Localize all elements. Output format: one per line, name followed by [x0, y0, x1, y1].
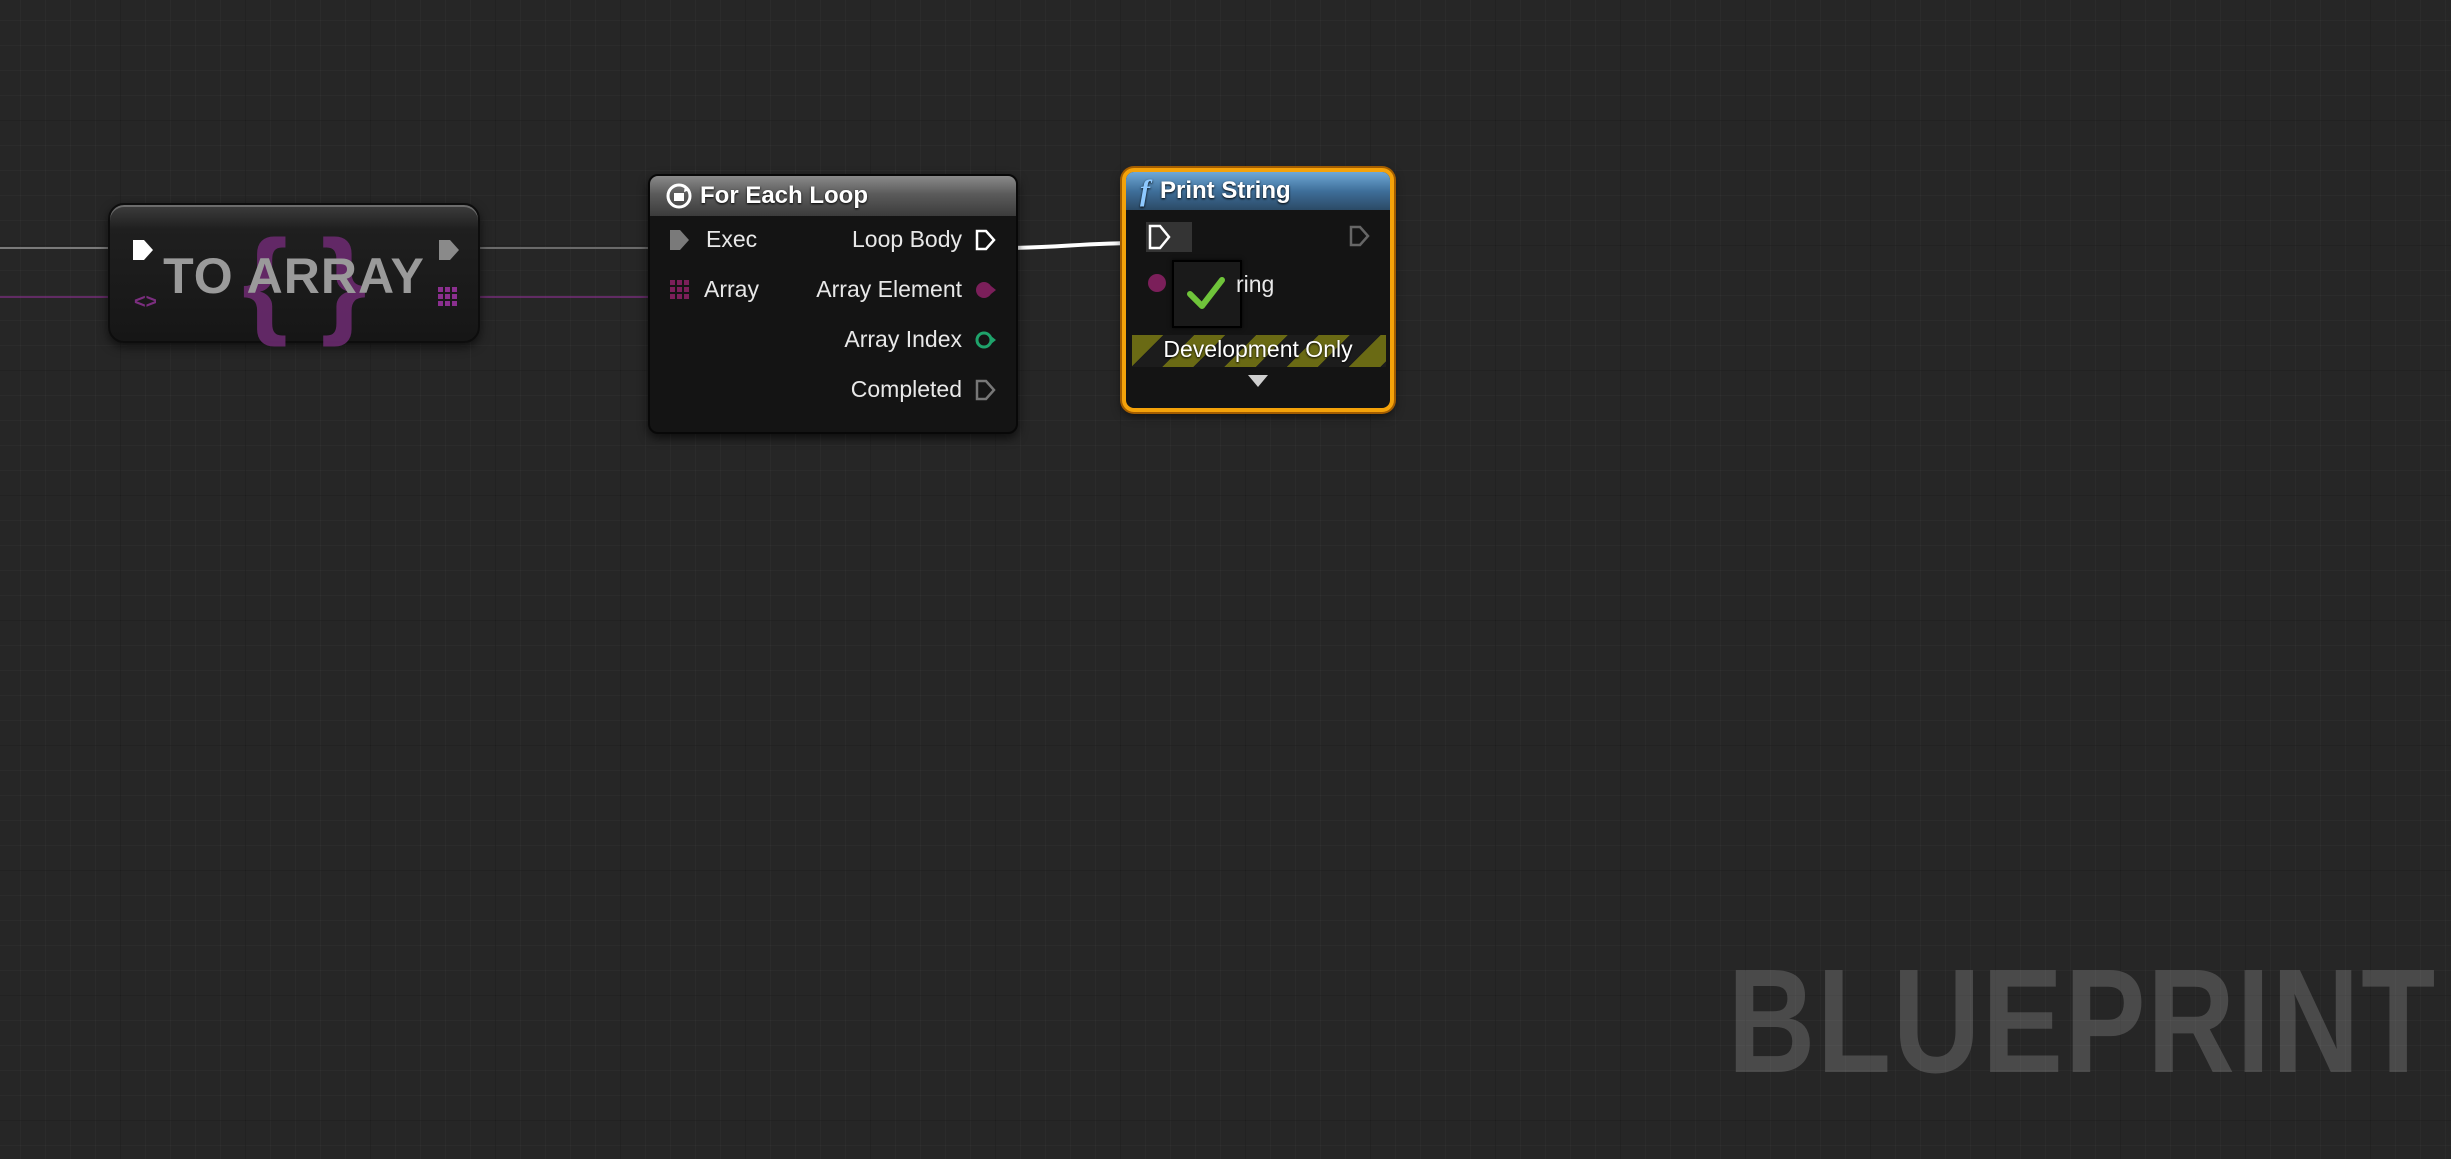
print-string-title: Print String	[1160, 177, 1291, 204]
exec-out-pin-icon[interactable]	[974, 228, 998, 252]
wildcard-out-pin-icon[interactable]	[974, 278, 998, 302]
blueprint-watermark: BLUEPRINT	[1727, 939, 2437, 1104]
expand-arrow-icon[interactable]	[1246, 373, 1270, 389]
print-string-node[interactable]: f Print String ring Development Only	[1122, 168, 1394, 412]
check-icon	[1187, 277, 1225, 309]
pin-loop-body-out[interactable]: Loop Body	[852, 226, 998, 253]
pin-exec-in[interactable]: Exec	[668, 226, 757, 253]
exec-wire-loopbody-to-print	[999, 241, 1143, 250]
pin-label-loop-body: Loop Body	[852, 226, 962, 252]
pin-label-array-index: Array Index	[844, 326, 962, 352]
integer-out-pin-icon[interactable]	[974, 328, 998, 352]
exec-in-pin-icon[interactable]	[668, 228, 692, 252]
string-value-checkbox[interactable]	[1172, 260, 1242, 328]
development-only-label: Development Only	[1163, 336, 1353, 362]
exec-out-pin-icon[interactable]	[1348, 224, 1372, 248]
pin-label-array-element: Array Element	[816, 276, 962, 302]
pin-completed-out[interactable]: Completed	[851, 376, 998, 403]
exec-out-pin-icon[interactable]	[436, 237, 462, 263]
pin-array-index-out[interactable]: Array Index	[844, 326, 998, 353]
pin-label-exec: Exec	[706, 226, 758, 252]
pin-array-element-out[interactable]: Array Element	[816, 276, 998, 303]
loop-icon	[666, 183, 692, 209]
svg-text:<>: <>	[134, 291, 156, 313]
for-each-loop-header[interactable]: For Each Loop	[650, 176, 1016, 216]
exec-out-pin-icon[interactable]	[974, 378, 998, 402]
function-icon: f	[1140, 174, 1150, 207]
exec-in-pin-icon[interactable]	[1146, 222, 1192, 252]
for-each-loop-title: For Each Loop	[700, 182, 868, 209]
print-string-header[interactable]: f Print String	[1126, 172, 1390, 210]
wildcard-in-pin-icon[interactable]: <>	[132, 289, 156, 313]
pin-label-array: Array	[704, 276, 759, 302]
to-array-node[interactable]: { } TO ARRAY <>	[108, 203, 480, 343]
array-out-pin-icon[interactable]	[436, 285, 460, 309]
to-array-title: TO ARRAY	[163, 248, 425, 304]
pin-label-in-string: ring	[1236, 271, 1275, 297]
exec-in-pin-icon[interactable]	[130, 237, 156, 263]
for-each-loop-node[interactable]: For Each Loop Exec Array Loop Body Array…	[648, 174, 1018, 434]
pin-label-completed: Completed	[850, 376, 962, 402]
array-in-pin-icon[interactable]	[668, 278, 692, 302]
string-in-pin-icon[interactable]	[1146, 272, 1168, 294]
pin-array-in[interactable]: Array	[668, 276, 759, 303]
